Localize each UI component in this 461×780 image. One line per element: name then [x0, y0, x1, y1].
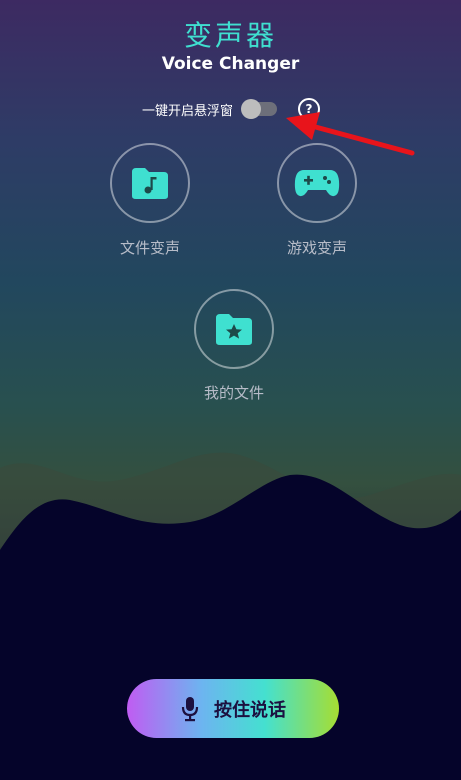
my-files-label: 我的文件	[203, 384, 264, 402]
my-files-button[interactable]	[194, 289, 274, 369]
gamepad-icon	[294, 170, 340, 197]
game-voice-change-label: 游戏变声	[286, 239, 347, 257]
push-to-talk-button[interactable]: 按住说话	[127, 679, 339, 738]
floating-window-toggle[interactable]	[241, 99, 278, 119]
star-folder-icon	[216, 314, 252, 345]
app-title: 变声器	[183, 19, 277, 52]
toggle-knob	[241, 99, 262, 119]
app-subtitle: Voice Changer	[161, 54, 300, 74]
file-voice-change-button[interactable]	[110, 143, 190, 223]
microphone-icon	[181, 696, 199, 721]
music-folder-icon	[132, 168, 168, 199]
file-voice-change-label: 文件变声	[119, 239, 180, 257]
game-voice-change-button[interactable]	[277, 143, 357, 223]
floating-window-label: 一键开启悬浮窗	[142, 103, 234, 119]
push-to-talk-label: 按住说话	[214, 699, 286, 721]
